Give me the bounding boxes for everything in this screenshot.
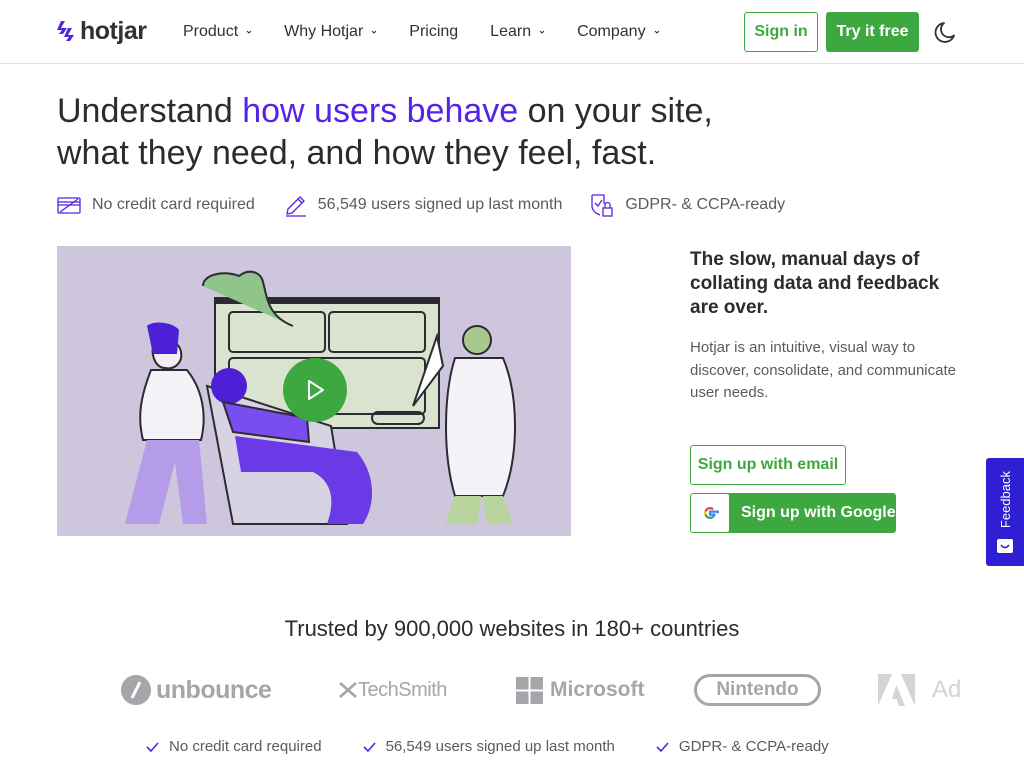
nav-item-company[interactable]: Company [577, 22, 659, 42]
feedback-tab[interactable]: Feedback [986, 458, 1024, 566]
trusted-title: Trusted by 900,000 websites in 180+ coun… [284, 616, 740, 641]
check-text: GDPR- & CCPA-ready [678, 738, 829, 755]
nav-item-product[interactable]: Product [183, 22, 252, 42]
side-title: The slow, manual days of collating data … [690, 249, 940, 318]
google-icon-box [691, 494, 729, 532]
pencil-icon [285, 196, 306, 217]
main-nav: Product Why Hotjar Pricing Learn Company [183, 22, 692, 42]
chevron-down-icon [246, 30, 252, 34]
check-no-credit-card: No credit card required [146, 738, 322, 755]
moon-icon[interactable] [934, 19, 960, 45]
logo-label: TechSmith [358, 678, 447, 701]
chevron-down-icon [539, 30, 545, 34]
google-icon [704, 506, 719, 520]
nav-item-learn[interactable]: Learn [490, 22, 545, 42]
feedback-label: Feedback [997, 471, 1013, 529]
nav-label: Why Hotjar [284, 23, 364, 40]
sign-in-button[interactable]: Sign in [744, 12, 818, 52]
chevron-down-icon [654, 30, 659, 34]
hero-badges: No credit card required 56,549 users sig… [57, 192, 813, 218]
nav-label: Company [577, 23, 646, 40]
badge-no-credit-card: No credit card required [57, 192, 255, 218]
hero-video[interactable] [57, 246, 571, 536]
play-icon [308, 380, 324, 400]
logo-microsoft: Microsoft [516, 670, 645, 710]
badge-text: No credit card required [92, 196, 255, 213]
hero-title: Understand how users behave on your site… [57, 90, 777, 174]
hero-side: The slow, manual days of collating data … [690, 248, 960, 405]
nav-item-pricing[interactable]: Pricing [409, 22, 458, 42]
badge-signups: 56,549 users signed up last month [283, 192, 563, 218]
unbounce-icon [121, 675, 151, 705]
microsoft-icon [516, 676, 543, 704]
signup-email-button[interactable]: Sign up with email [690, 445, 846, 485]
logo-label: unbounce [156, 675, 272, 704]
check-text: 56,549 users signed up last month [385, 738, 615, 755]
signup-google-button[interactable]: Sign up with Google [690, 493, 896, 533]
logo-wordmark: hotjar [80, 17, 147, 45]
checkmark-icon [146, 741, 159, 752]
logo-techsmith: TechSmith [339, 670, 447, 710]
hotjar-logo-icon [57, 21, 74, 41]
hero-title-start: Understand [57, 92, 243, 130]
logo-nintendo: Nintendo [694, 670, 821, 710]
site-header: hotjar Product Why Hotjar Pricing Learn … [0, 0, 1024, 64]
nav-label: Product [183, 23, 239, 40]
badge-text: GDPR- & CCPA-ready [625, 196, 786, 213]
checkmark-icon [656, 741, 669, 752]
checkmark-icon [363, 741, 376, 752]
customer-logos: unbounce TechSmith Microsoft Nintendo Ad [57, 670, 967, 710]
credit-card-icon [57, 197, 81, 214]
play-button[interactable] [283, 358, 347, 422]
logo-label: Ad [932, 676, 962, 703]
badge-gdpr: GDPR- & CCPA-ready [590, 192, 785, 218]
check-signups: 56,549 users signed up last month [363, 738, 615, 755]
chevron-down-icon [371, 30, 377, 34]
logo-unbounce: unbounce [120, 670, 272, 710]
adobe-icon [878, 674, 915, 706]
check-text: No credit card required [169, 738, 322, 755]
feedback-smile-icon [997, 538, 1013, 553]
shield-lock-icon [591, 194, 614, 217]
nav-label: Learn [490, 23, 532, 40]
hero-title-accent: how users behave [242, 92, 519, 130]
logo-adobe: Ad [878, 670, 961, 710]
trusted-checks: No credit card required 56,549 users sig… [146, 738, 870, 755]
techsmith-icon [339, 682, 357, 698]
nav-label: Pricing [409, 23, 459, 40]
logo-fragment [57, 670, 61, 710]
check-gdpr: GDPR- & CCPA-ready [656, 738, 829, 755]
try-free-button[interactable]: Try it free [826, 12, 919, 52]
logo-label: Nintendo [716, 679, 799, 700]
nav-item-why-hotjar[interactable]: Why Hotjar [284, 22, 377, 42]
side-text: Hotjar is an intuitive, visual way to di… [690, 339, 956, 401]
hotjar-logo[interactable]: hotjar [57, 17, 147, 45]
signup-google-label: Sign up with Google [741, 504, 896, 521]
badge-text: 56,549 users signed up last month [317, 196, 563, 213]
logo-label: Microsoft [550, 678, 645, 701]
